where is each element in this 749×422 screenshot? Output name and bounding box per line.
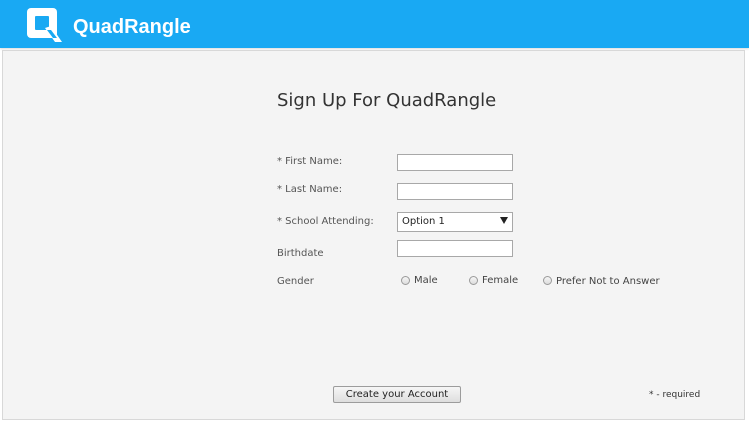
gender-label: Gender xyxy=(277,276,314,287)
radio-label-female[interactable]: Female xyxy=(482,275,518,287)
create-account-button[interactable]: Create your Account xyxy=(333,386,461,403)
dropdown-arrow-icon xyxy=(500,217,508,224)
page-title: Sign Up For QuadRangle xyxy=(277,90,497,111)
school-select[interactable]: Option 1 xyxy=(397,212,513,232)
first-name-input[interactable] xyxy=(397,154,513,171)
required-note: * - required xyxy=(649,390,701,400)
brand-name[interactable]: QuadRangle xyxy=(73,14,191,40)
first-name-label: * First Name: xyxy=(277,156,343,167)
school-label: * School Attending: xyxy=(277,216,374,227)
radio-male[interactable] xyxy=(401,276,410,285)
birthdate-input[interactable] xyxy=(397,240,513,257)
birthdate-label: Birthdate xyxy=(277,248,324,259)
last-name-input[interactable] xyxy=(397,183,513,200)
last-name-label: * Last Name: xyxy=(277,184,343,195)
radio-prefer-not[interactable] xyxy=(543,276,552,285)
school-select-value: Option 1 xyxy=(402,216,445,227)
quadrangle-logo-icon[interactable] xyxy=(25,6,63,44)
app-header: QuadRangle xyxy=(0,0,749,48)
radio-label-prefer-not[interactable]: Prefer Not to Answer xyxy=(556,276,660,288)
radio-label-male[interactable]: Male xyxy=(414,275,438,287)
radio-female[interactable] xyxy=(469,276,478,285)
